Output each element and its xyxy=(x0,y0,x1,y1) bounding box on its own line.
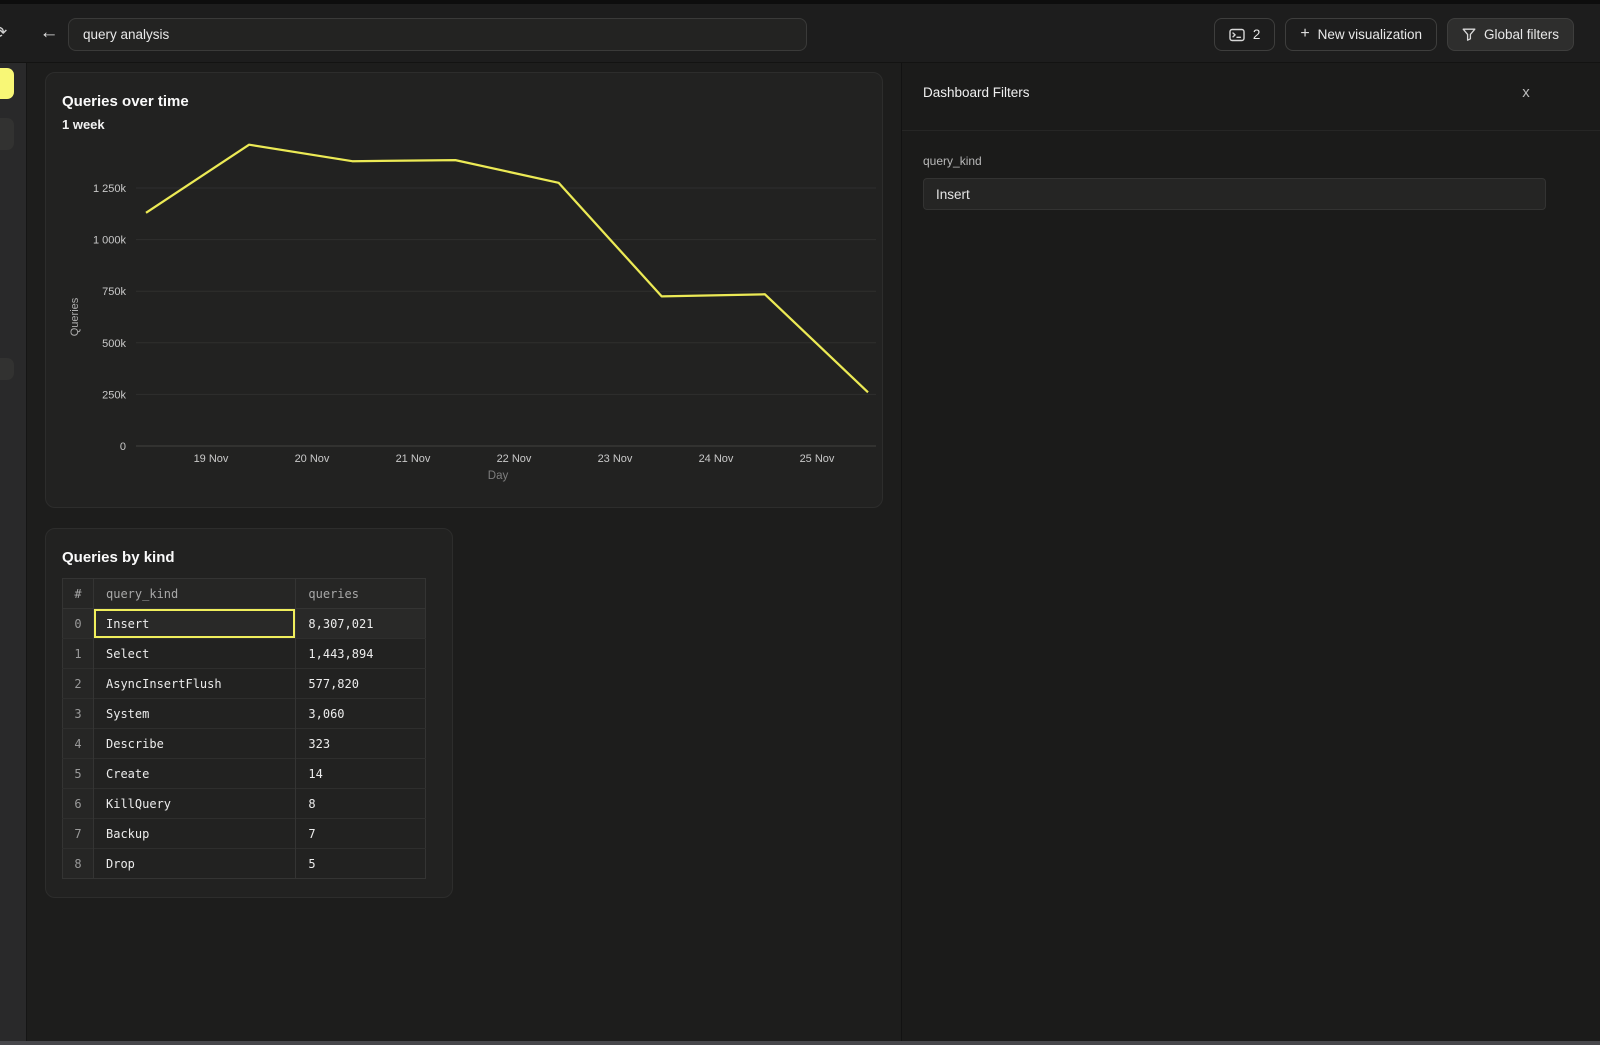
topbar: ⟳ ← 2 + New visualization Global fi xyxy=(0,4,1600,63)
y-tick-label: 0 xyxy=(120,441,126,453)
row-index-cell[interactable]: 2 xyxy=(63,669,94,699)
table-row: 0Insert8,307,021 xyxy=(63,609,426,639)
dock-edge xyxy=(0,1041,1600,1045)
rail-item[interactable] xyxy=(0,358,14,380)
row-index-cell[interactable]: 7 xyxy=(63,819,94,849)
row-index-cell[interactable]: 6 xyxy=(63,789,94,819)
y-tick-label: 1 000k xyxy=(93,235,127,247)
query-kind-cell[interactable]: AsyncInsertFlush xyxy=(94,669,296,699)
y-tick-label: 250k xyxy=(102,389,126,401)
dashboard-canvas: 0250k500k750k1 000k1 250k19 Nov20 Nov21 … xyxy=(28,63,901,1045)
table-row: 6KillQuery8 xyxy=(63,789,426,819)
x-tick-label: 19 Nov xyxy=(194,453,229,465)
table-card-queries-by-kind: Queries by kind # query_kind queries 0In… xyxy=(45,528,453,898)
queries-count-cell[interactable]: 14 xyxy=(296,759,426,789)
y-axis-title: Queries xyxy=(69,297,81,336)
chart-subtitle: 1 week xyxy=(62,117,105,132)
row-index-cell[interactable]: 8 xyxy=(63,849,94,879)
console-icon xyxy=(1229,28,1245,42)
topbar-actions: 2 + New visualization Global filters xyxy=(1214,18,1574,51)
console-tab-count: 2 xyxy=(1253,27,1261,42)
close-icon[interactable]: x xyxy=(1514,81,1538,105)
console-tabs-button[interactable]: 2 xyxy=(1214,18,1276,51)
query-kind-cell[interactable]: System xyxy=(94,699,296,729)
x-tick-label: 21 Nov xyxy=(396,453,431,465)
queries-line-series[interactable] xyxy=(146,145,868,393)
plus-icon: + xyxy=(1300,25,1309,43)
global-filters-label: Global filters xyxy=(1484,27,1559,42)
queries-by-kind-table: # query_kind queries 0Insert8,307,0211Se… xyxy=(62,578,426,879)
queries-count-cell[interactable]: 323 xyxy=(296,729,426,759)
queries-count-cell[interactable]: 7 xyxy=(296,819,426,849)
query-kind-cell[interactable]: KillQuery xyxy=(94,789,296,819)
rail-item-active[interactable] xyxy=(0,68,14,99)
chart-title: Queries over time xyxy=(62,93,189,110)
filters-panel-title: Dashboard Filters xyxy=(923,85,1030,100)
y-tick-label: 500k xyxy=(102,338,126,350)
queries-count-cell[interactable]: 3,060 xyxy=(296,699,426,729)
x-tick-label: 23 Nov xyxy=(598,453,633,465)
y-tick-label: 750k xyxy=(102,286,126,298)
row-index-cell[interactable]: 5 xyxy=(63,759,94,789)
column-header-queries[interactable]: queries xyxy=(296,579,426,609)
table-row: 4Describe323 xyxy=(63,729,426,759)
new-visualization-label: New visualization xyxy=(1318,27,1422,42)
table-body: 0Insert8,307,0211Select1,443,8942AsyncIn… xyxy=(63,609,426,879)
column-header-query-kind[interactable]: query_kind xyxy=(94,579,296,609)
dashboard-title-input[interactable] xyxy=(68,18,807,51)
row-index-cell[interactable]: 3 xyxy=(63,699,94,729)
column-header-index[interactable]: # xyxy=(63,579,94,609)
query-kind-cell[interactable]: Insert xyxy=(94,609,296,639)
queries-count-cell[interactable]: 8,307,021 xyxy=(296,609,426,639)
row-index-cell[interactable]: 1 xyxy=(63,639,94,669)
queries-count-cell[interactable]: 5 xyxy=(296,849,426,879)
table-title: Queries by kind xyxy=(62,549,175,566)
queries-count-cell[interactable]: 8 xyxy=(296,789,426,819)
x-tick-label: 25 Nov xyxy=(800,453,835,465)
left-rail xyxy=(0,63,27,1045)
chart-card-queries-over-time: 0 250k 500k 750k 1 000k 1 250k 19 Nov 20 Nov 21 … xyxy=(45,72,883,508)
filter-field-label: query_kind xyxy=(923,154,982,168)
table-row: 5Create14 xyxy=(63,759,426,789)
x-axis-title: Day xyxy=(488,470,509,482)
x-tick-label: 24 Nov xyxy=(699,453,734,465)
queries-count-cell[interactable]: 1,443,894 xyxy=(296,639,426,669)
query-kind-cell[interactable]: Select xyxy=(94,639,296,669)
funnel-icon xyxy=(1462,28,1476,41)
queries-count-cell[interactable]: 577,820 xyxy=(296,669,426,699)
table-row: 7Backup7 xyxy=(63,819,426,849)
rail-item[interactable] xyxy=(0,118,14,150)
new-visualization-button[interactable]: + New visualization xyxy=(1285,18,1437,51)
row-index-cell[interactable]: 0 xyxy=(63,609,94,639)
filters-panel-header: Dashboard Filters x xyxy=(902,63,1600,131)
row-index-cell[interactable]: 4 xyxy=(63,729,94,759)
global-filters-button[interactable]: Global filters xyxy=(1447,18,1574,51)
query-kind-cell[interactable]: Backup xyxy=(94,819,296,849)
table-row: 2AsyncInsertFlush577,820 xyxy=(63,669,426,699)
refresh-icon[interactable]: ⟳ xyxy=(0,18,15,48)
query-kind-cell[interactable]: Describe xyxy=(94,729,296,759)
query-kind-filter-input[interactable] xyxy=(923,178,1546,210)
table-row: 8Drop5 xyxy=(63,849,426,879)
table-row: 1Select1,443,894 xyxy=(63,639,426,669)
y-tick-label: 1 250k xyxy=(93,183,127,195)
back-button[interactable]: ← xyxy=(36,18,62,48)
x-tick-label: 20 Nov xyxy=(295,453,330,465)
dashboard-filters-panel: Dashboard Filters x query_kind xyxy=(901,63,1600,1045)
query-kind-cell[interactable]: Create xyxy=(94,759,296,789)
queries-over-time-chart[interactable]: 0 250k 500k 750k 1 000k 1 250k 19 Nov 20 Nov 21 … xyxy=(46,73,884,509)
query-kind-cell[interactable]: Drop xyxy=(94,849,296,879)
table-header-row: # query_kind queries xyxy=(63,579,426,609)
table-row: 3System3,060 xyxy=(63,699,426,729)
x-tick-label: 22 Nov xyxy=(497,453,532,465)
